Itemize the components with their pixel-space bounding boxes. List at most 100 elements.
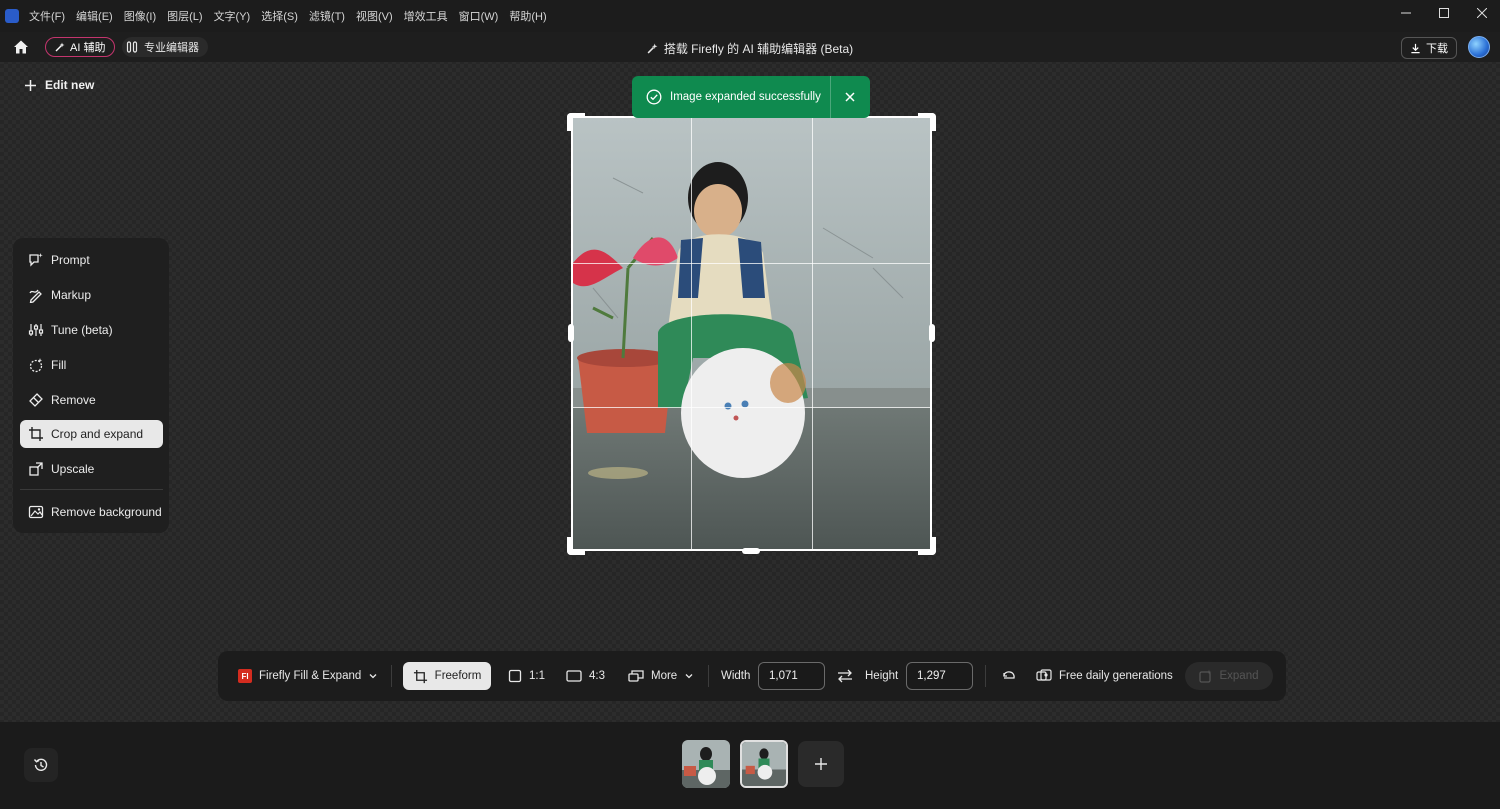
firefly-logo-icon: Fl: [238, 669, 252, 683]
minimize-icon: [1401, 12, 1411, 14]
tool-remove-label: Remove: [51, 393, 96, 407]
tool-markup[interactable]: Markup: [20, 281, 163, 309]
close-icon: [1477, 8, 1487, 18]
grid-line: [812, 118, 813, 549]
tool-crop-and-expand[interactable]: Crop and expand: [20, 420, 163, 448]
grid-line: [573, 407, 930, 408]
tool-crop-label: Crop and expand: [51, 427, 144, 441]
thumbnail-expanded[interactable]: [740, 740, 788, 788]
menu-help[interactable]: 帮助(H): [509, 8, 546, 24]
model-picker-label: Firefly Fill & Expand: [259, 670, 362, 682]
title-bar: AI 辅助 专业编辑器 搭载 Firefly 的 AI 辅助编辑器 (Beta)…: [0, 32, 1500, 62]
toast-divider: [830, 76, 831, 118]
download-label: 下载: [1426, 43, 1448, 55]
checkmark-circle-icon: [646, 89, 662, 105]
history-button[interactable]: [24, 748, 58, 782]
download-icon: [1411, 43, 1420, 53]
fill-icon: [29, 358, 43, 373]
user-avatar[interactable]: [1468, 36, 1490, 58]
remove-background-icon: [28, 505, 44, 519]
toolbar-divider: [391, 665, 392, 687]
square-icon: [508, 669, 522, 683]
document-title-text: 搭载 Firefly 的 AI 辅助编辑器 (Beta): [663, 42, 854, 56]
height-input[interactable]: 1,297: [906, 662, 973, 690]
thumbnail-image: [742, 742, 786, 786]
plus-icon: [815, 758, 827, 770]
tool-remove-background[interactable]: Remove background: [20, 498, 163, 526]
crop-handle-bottom-left[interactable]: [567, 537, 585, 555]
toolbar-divider: [985, 665, 986, 687]
generative-credits-icon: [1036, 669, 1052, 681]
photo: [573, 118, 930, 549]
expand-label: Expand: [1219, 670, 1259, 682]
crop-icon: [29, 427, 43, 441]
ratio-4-3-label: 4:3: [589, 670, 605, 682]
minimize-button[interactable]: [1388, 0, 1424, 26]
menu-select[interactable]: 选择(S): [261, 8, 298, 24]
width-input[interactable]: 1,071: [758, 662, 825, 690]
crop-handle-right[interactable]: [929, 324, 935, 342]
more-ratios-button[interactable]: More: [628, 663, 694, 689]
crop-handle-top-left[interactable]: [567, 113, 585, 131]
expand-button[interactable]: Expand: [1185, 662, 1273, 690]
tool-remove[interactable]: Remove: [20, 386, 163, 414]
crop-toolbar: Fl Firefly Fill & Expand Freeform 1:1 4:…: [218, 651, 1286, 701]
download-button[interactable]: 下载: [1401, 37, 1457, 59]
crop-handle-bottom[interactable]: [742, 548, 760, 554]
menu-edit[interactable]: 编辑(E): [76, 8, 113, 24]
ratio-4-3-button[interactable]: 4:3: [566, 663, 605, 689]
menu-type[interactable]: 文字(Y): [214, 8, 251, 24]
freeform-ratio-button[interactable]: Freeform: [403, 662, 491, 690]
maximize-button[interactable]: [1426, 0, 1462, 26]
model-picker[interactable]: Fl Firefly Fill & Expand: [238, 663, 378, 689]
tool-fill[interactable]: Fill: [20, 351, 163, 379]
menu-image[interactable]: 图像(I): [124, 8, 156, 24]
close-icon: [845, 92, 855, 102]
crop-icon: [413, 669, 427, 683]
grid-line: [573, 263, 930, 264]
tool-prompt[interactable]: Prompt: [20, 246, 163, 274]
window-controls: [1386, 0, 1500, 26]
thumbnail-original[interactable]: [682, 740, 730, 788]
crop-handle-top-right[interactable]: [918, 113, 936, 131]
chevron-down-icon: [685, 674, 693, 679]
ratio-1-1-label: 1:1: [529, 670, 545, 682]
bottom-bar: [0, 722, 1500, 809]
toast-close-button[interactable]: [842, 89, 858, 105]
edit-new-label: Edit new: [45, 78, 95, 92]
tool-prompt-label: Prompt: [51, 253, 90, 267]
menu-plugins[interactable]: 增效工具: [404, 8, 448, 24]
freeform-label: Freeform: [434, 670, 482, 682]
edit-new-button[interactable]: Edit new: [24, 78, 94, 92]
document-title: 搭载 Firefly 的 AI 辅助编辑器 (Beta): [0, 40, 1500, 57]
grid-line: [691, 118, 692, 549]
menu-file[interactable]: 文件(F): [29, 8, 65, 24]
add-image-button[interactable]: [798, 741, 844, 787]
image-canvas[interactable]: [571, 116, 932, 551]
menu-layer[interactable]: 图层(L): [167, 8, 202, 24]
height-label: Height: [865, 663, 898, 689]
menu-view[interactable]: 视图(V): [356, 8, 393, 24]
close-window-button[interactable]: [1464, 0, 1500, 26]
more-label: More: [651, 670, 678, 682]
ratio-1-1-button[interactable]: 1:1: [508, 663, 545, 689]
thumbnail-image: [682, 740, 730, 788]
tool-upscale[interactable]: Upscale: [20, 455, 163, 483]
free-generations-info[interactable]: Free daily generations: [1036, 663, 1173, 689]
reset-button[interactable]: [1001, 663, 1017, 689]
swap-dimensions-button[interactable]: [836, 663, 854, 689]
prompt-icon: [29, 253, 43, 267]
magic-wand-icon: [647, 43, 658, 54]
tool-tune[interactable]: Tune (beta): [20, 316, 163, 344]
free-generations-label: Free daily generations: [1059, 670, 1173, 682]
tool-divider: [20, 489, 163, 490]
tool-remove-background-label: Remove background: [51, 505, 162, 519]
crop-handle-left[interactable]: [568, 324, 574, 342]
tool-upscale-label: Upscale: [51, 462, 95, 476]
menu-window[interactable]: 窗口(W): [459, 8, 499, 24]
upscale-icon: [29, 462, 43, 476]
plus-icon: [25, 79, 36, 91]
tool-markup-label: Markup: [51, 288, 92, 302]
menu-filter[interactable]: 滤镜(T): [309, 8, 345, 24]
crop-handle-bottom-right[interactable]: [918, 537, 936, 555]
